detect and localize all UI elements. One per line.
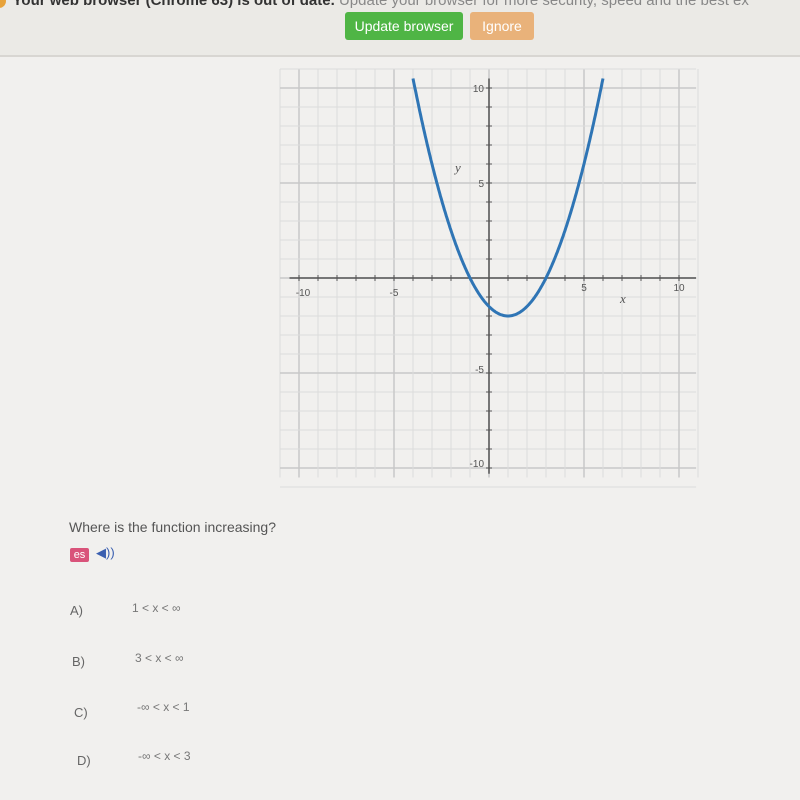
option-a-letter[interactable]: A) <box>70 603 83 618</box>
option-c-letter[interactable]: C) <box>74 705 88 720</box>
function-graph: -10 -5 5 10 10 5 -5 -10 x y <box>279 68 699 488</box>
option-b-letter[interactable]: B) <box>72 654 85 669</box>
x-tick-label: -5 <box>390 288 399 299</box>
y-axis-label: y <box>453 160 461 175</box>
x-tick-label: 5 <box>581 283 587 294</box>
y-tick-label: -5 <box>475 365 484 376</box>
option-d-letter[interactable]: D) <box>77 753 91 768</box>
option-a-value[interactable]: 1 < x < ∞ <box>132 601 181 615</box>
x-tick-label: -10 <box>296 288 311 299</box>
option-d-value[interactable]: -∞ < x < 3 <box>138 749 191 763</box>
question-text: Where is the function increasing? <box>69 519 276 535</box>
tick-labels: -10 -5 5 10 10 5 -5 -10 <box>296 84 685 470</box>
axes <box>289 78 697 474</box>
x-axis-label: x <box>619 291 626 306</box>
option-c-value[interactable]: -∞ < x < 1 <box>137 700 190 714</box>
y-tick-label: 10 <box>473 84 485 95</box>
speaker-icon[interactable]: ◀)) <box>96 545 115 561</box>
option-b-value[interactable]: 3 < x < ∞ <box>135 651 184 665</box>
y-tick-label: -10 <box>470 459 485 470</box>
y-tick-label: 5 <box>478 179 484 190</box>
x-tick-label: 10 <box>673 283 685 294</box>
spanish-translation-button[interactable]: es <box>70 548 89 562</box>
